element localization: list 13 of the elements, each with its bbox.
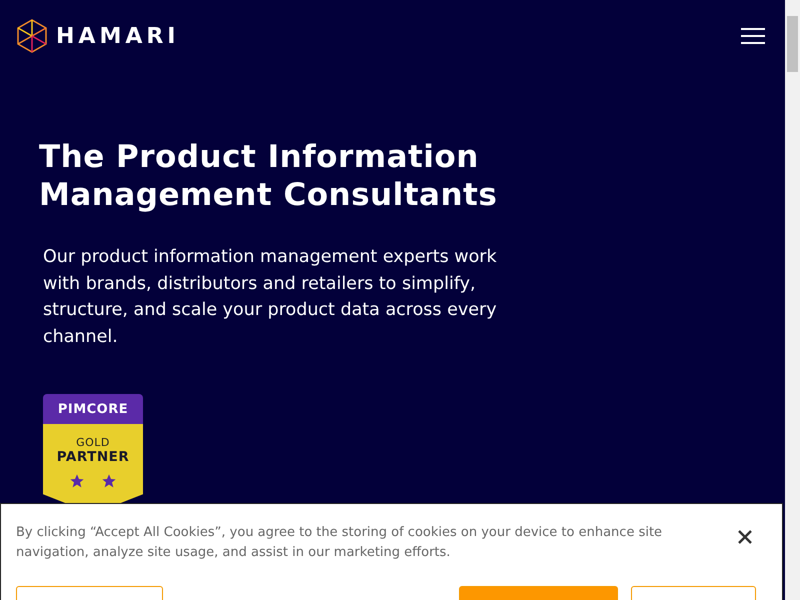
- hero-text: Our product information management experts work with brands, distributors and retailers to simplify, structure, and scale your product data across every channel.: [43, 246, 498, 348]
- star-icon: [101, 473, 117, 489]
- scrollbar[interactable]: [785, 0, 800, 600]
- close-button[interactable]: [737, 529, 753, 545]
- star-icon: [69, 473, 85, 489]
- brand-name: HAMARI: [56, 24, 180, 48]
- logo-icon: [16, 18, 48, 54]
- cookie-text: By clicking “Accept All Cookies”, you agree to the storing of cookies on your device to enhance site navigation, analyze site usage, and assist in our marketing efforts.: [16, 524, 664, 562]
- badge-brand: PIMCORE: [58, 402, 128, 416]
- hero-title: The Product Information Management Consultants: [39, 138, 498, 214]
- menu-button[interactable]: [741, 28, 765, 44]
- tier-label: GOLD: [76, 436, 110, 449]
- badge-label: PARTNER: [56, 449, 130, 465]
